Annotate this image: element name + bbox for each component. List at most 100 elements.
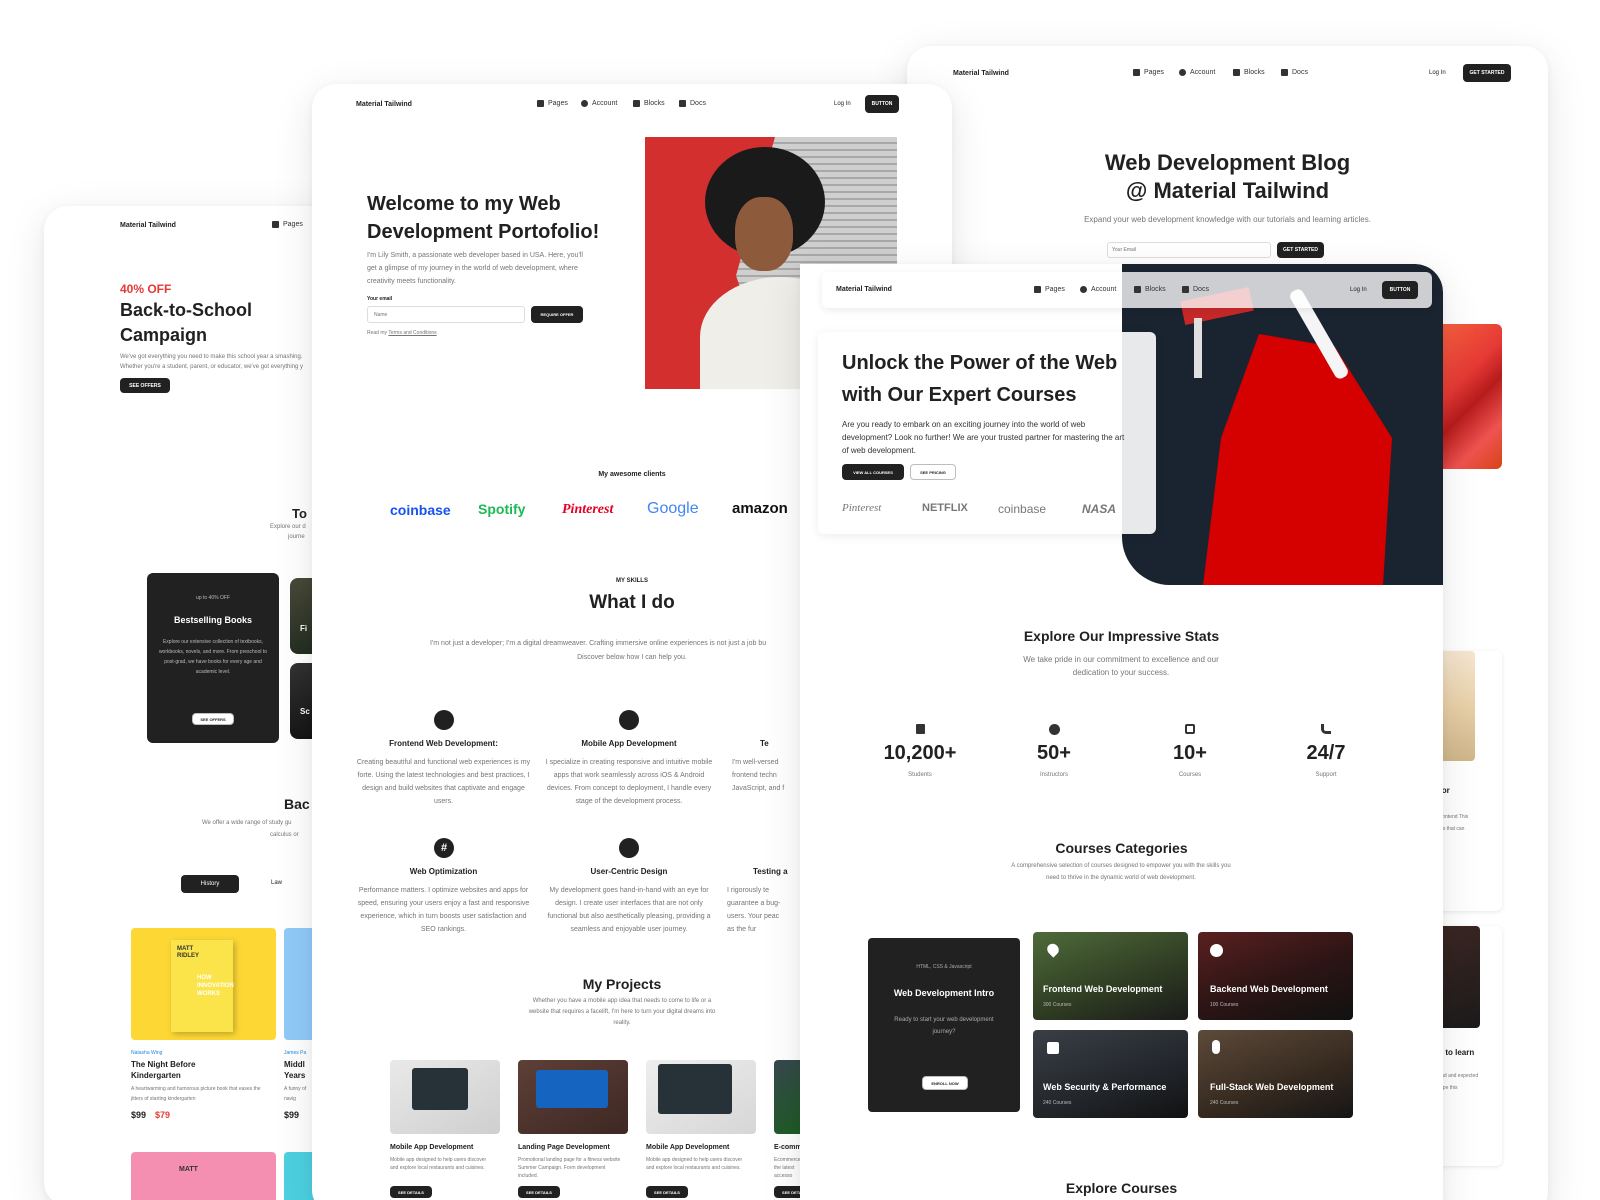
category-card-backend[interactable]: Backend Web Development 100 Courses <box>1198 932 1353 1020</box>
nav-blocks[interactable]: Blocks <box>1134 286 1166 293</box>
section-heading-bac: Bac <box>284 796 310 812</box>
skill-title: Te <box>760 739 769 748</box>
category-count: 240 Courses <box>1043 1100 1072 1106</box>
see-offers-button[interactable]: SEE OFFERS <box>120 378 170 393</box>
pages-icon <box>1133 69 1140 76</box>
nav-docs-label: Docs <box>1193 286 1209 293</box>
nav-blocks[interactable]: Blocks <box>1233 69 1265 76</box>
nav-pages[interactable]: Pages <box>537 100 568 107</box>
projects-desc: Whether you have a mobile app idea that … <box>528 998 716 1026</box>
login-link[interactable]: Log In <box>1429 70 1446 76</box>
nav-button[interactable]: BUTTON <box>1382 281 1418 299</box>
skill-title: User-Centric Design <box>590 867 668 876</box>
layout-icon <box>434 710 454 730</box>
nav-docs-label: Docs <box>690 100 706 107</box>
stat-value: 10+ <box>1173 742 1207 764</box>
get-started-button[interactable]: GET STARTED <box>1463 64 1511 82</box>
book-desc: A heartwarming and humorous picture book… <box>131 1086 261 1102</box>
hash-icon: # <box>434 838 454 858</box>
nav-pages-label: Pages <box>548 100 568 107</box>
book-cover[interactable]: MATT RIDLEY HOW INNOVATION WORKS <box>131 928 276 1040</box>
blocks-icon <box>633 100 640 107</box>
see-details-button[interactable]: SEE DETAILS <box>646 1186 688 1198</box>
nav-account[interactable]: Account <box>1080 286 1116 293</box>
blog-get-started-button[interactable]: GET STARTED <box>1277 242 1324 258</box>
nav-docs[interactable]: Docs <box>1182 286 1209 293</box>
categories-title: Courses Categories <box>1055 840 1188 856</box>
puzzle-icon <box>1047 1042 1059 1054</box>
skill-desc: I specialize in creating responsive and … <box>545 759 713 805</box>
see-details-button[interactable]: SEE DETAILS <box>390 1186 432 1198</box>
tab-law[interactable]: Law <box>271 880 282 886</box>
hero-desc: Are you ready to embark on an exciting j… <box>842 420 1125 455</box>
portfolio-title: Welcome to my Web Development Portofolio… <box>367 193 600 243</box>
brand-logo[interactable]: Material Tailwind <box>953 70 1009 77</box>
view-all-courses-button[interactable]: VIEW ALL COURSES <box>842 464 904 480</box>
nav-blocks[interactable]: Blocks <box>633 100 665 107</box>
campaign-title: Back-to-School Campaign <box>120 300 253 345</box>
project-title: Landing Page Development <box>518 1144 610 1151</box>
nav-docs[interactable]: Docs <box>1281 69 1308 76</box>
category-title: Web Security & Performance <box>1043 1082 1167 1092</box>
nav-account[interactable]: Account <box>1179 69 1215 76</box>
tab-history[interactable]: History <box>181 875 239 893</box>
book-cover-author: MATT RIDLEY <box>177 946 200 959</box>
category-card-frontend[interactable]: Frontend Web Development 300 Courses <box>1033 932 1188 1020</box>
category-count: 100 Courses <box>1210 1002 1239 1008</box>
nav-pages-label: Pages <box>1144 69 1164 76</box>
login-link[interactable]: Log In <box>834 101 851 107</box>
nav-account[interactable]: Account <box>581 100 617 107</box>
category-card-security[interactable]: Web Security & Performance 240 Courses <box>1033 1030 1188 1118</box>
brand-logo[interactable]: Material Tailwind <box>120 222 176 229</box>
project-image <box>518 1060 628 1134</box>
partner-logo-nasa: NASA <box>1082 502 1117 516</box>
nav-account-label: Account <box>1190 69 1216 76</box>
skill-desc: Performance matters. I optimize websites… <box>357 887 530 933</box>
book-cover-3[interactable]: MATT <box>131 1152 276 1200</box>
promo-see-offers-button[interactable]: SEE OFFERS <box>192 713 234 725</box>
docs-icon <box>1182 286 1189 293</box>
docs-icon <box>1281 69 1288 76</box>
client-logo-spotify: Spotify <box>478 501 526 517</box>
book-title[interactable]: The Night Before Kindergarten <box>131 1059 221 1081</box>
blog-email-input[interactable] <box>1107 242 1271 258</box>
eye-icon <box>619 838 639 858</box>
partner-logo-netflix: NETFLIX <box>922 502 968 514</box>
account-icon <box>581 100 588 107</box>
nav-pages[interactable]: Pages <box>1133 69 1164 76</box>
category-card-s-label: Sc <box>300 707 310 716</box>
stat-value: 50+ <box>1037 742 1071 764</box>
brand-logo[interactable]: Material Tailwind <box>356 101 412 108</box>
intro-kicker: HTML, CSS & Javascript <box>916 964 972 970</box>
book2-price: $99 <box>284 1110 300 1120</box>
portfolio-email-input[interactable] <box>367 306 525 323</box>
category-card-fullstack[interactable]: Full-Stack Web Development 240 Courses <box>1198 1030 1353 1118</box>
terms-prefix: Read my <box>367 330 388 336</box>
courses-navbar: Material Tailwind Pages Account Blocks D… <box>822 272 1432 308</box>
enroll-now-button[interactable]: ENROLL NOW <box>922 1076 968 1090</box>
nav-pages[interactable]: Pages <box>1034 286 1065 293</box>
see-details-button[interactable]: SEE DETAILS <box>518 1186 560 1198</box>
book2-title[interactable]: Middl Years <box>284 1059 306 1081</box>
terms-text: Read my Terms and Conditions <box>367 330 437 336</box>
login-link[interactable]: Log In <box>1350 287 1367 293</box>
nav-button[interactable]: BUTTON <box>865 95 899 113</box>
terms-link[interactable]: Terms and Conditions <box>388 330 436 336</box>
require-offer-button[interactable]: REQUIRE OFFER <box>531 306 583 323</box>
nav-account-label: Account <box>1091 286 1117 293</box>
nav-docs[interactable]: Docs <box>679 100 706 107</box>
stats-title: Explore Our Impressive Stats <box>1023 628 1220 644</box>
book2-author: James Pa <box>284 1050 307 1056</box>
project-image <box>646 1060 756 1134</box>
project-desc: Promotional landing page for a fitness w… <box>518 1157 621 1179</box>
promo-title: Bestselling Books <box>173 615 253 625</box>
project-desc: Mobile app designed to help users discov… <box>390 1157 487 1171</box>
nav-pages[interactable]: Pages <box>272 221 303 228</box>
blog-title-line2: @ Material Tailwind <box>1125 178 1330 203</box>
section-sub-bac-2: calculus or <box>270 832 299 838</box>
brand-logo[interactable]: Material Tailwind <box>836 286 892 293</box>
stat-value: 10,200+ <box>883 742 957 764</box>
stat-label: Students <box>908 772 932 778</box>
see-pricing-button[interactable]: SEE PRICING <box>910 464 956 480</box>
intro-course-card[interactable]: HTML, CSS & Javascript Web Development I… <box>868 938 1020 1112</box>
